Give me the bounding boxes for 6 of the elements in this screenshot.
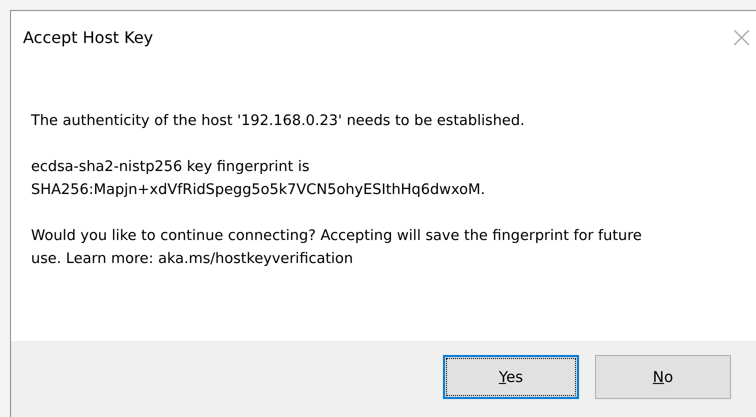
message-text: Would you like to continue connecting? Accepting will save the fingerprint for future use. Learn more: aka.ms/hostkeyverification <box>31 227 643 269</box>
message-text: ecdsa-sha2-nistp256 key fingerprint is SHA256:Mapjn+xdVfRidSpegg5o5k7VCN5ohyESIthHq6dwxoM. <box>31 158 486 200</box>
window-title: Accept Host Key <box>23 27 154 49</box>
dialog-button[interactable]: Yes <box>443 355 579 399</box>
message-text: The authenticity of the host '192.168.0.23' needs to be established. <box>31 112 526 131</box>
dialog-button[interactable]: No <box>595 355 731 399</box>
